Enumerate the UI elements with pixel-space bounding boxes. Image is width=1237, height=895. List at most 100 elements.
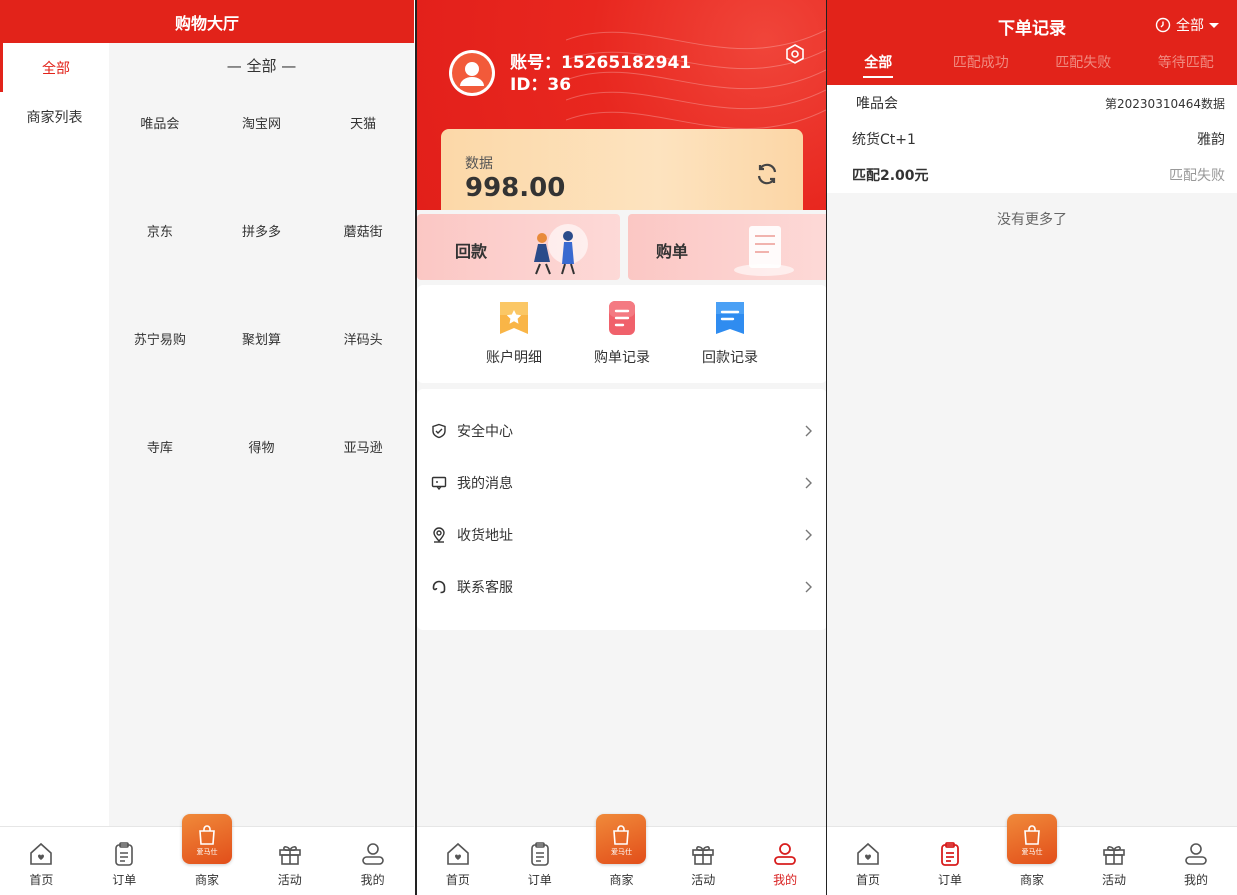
document-illustration-icon xyxy=(734,226,794,276)
filter-label: 全部 xyxy=(1176,18,1204,34)
merchant-item[interactable]: 天猫 xyxy=(312,99,414,207)
section-title: — 全部 — xyxy=(226,56,297,75)
chevron-right-icon xyxy=(805,529,812,541)
tab-merchants[interactable]: 爱马仕 商家 xyxy=(991,814,1073,895)
tab-label: 商家 xyxy=(609,873,634,887)
merchant-item[interactable]: 拼多多 xyxy=(211,207,313,315)
tab-activity[interactable]: 活动 xyxy=(1073,827,1155,895)
tab-mine[interactable]: 我的 xyxy=(744,827,826,895)
menu-item-security-center[interactable]: 安全中心 xyxy=(417,405,826,457)
quick-link-label: 回款记录 xyxy=(702,350,758,366)
tab-all[interactable]: 全部 xyxy=(827,52,930,72)
tab-label: 订单 xyxy=(527,873,552,887)
gift-icon xyxy=(1103,846,1125,865)
merchant-item[interactable]: 淘宝网 xyxy=(211,99,313,207)
no-more-text: 没有更多了 xyxy=(997,212,1067,228)
shopping-bag-icon xyxy=(199,824,215,845)
clipboard-icon xyxy=(115,842,133,866)
tab-orders[interactable]: 订单 xyxy=(909,827,991,895)
merchant-item[interactable]: 得物 xyxy=(211,423,313,531)
purchase-button[interactable]: 购单 xyxy=(628,214,826,280)
menu-item-my-messages[interactable]: 我的消息 xyxy=(417,457,826,509)
merchant-area: — 全部 — 唯品会 淘宝网 天猫 京东 拼多多 蘑菇街 苏宁易购 聚划算 洋码… xyxy=(109,43,414,826)
clipboard-icon xyxy=(530,842,549,866)
purchase-label: 购单 xyxy=(656,242,689,261)
gift-icon xyxy=(278,846,301,865)
account-info: 账号：15265182941 ID：36 xyxy=(510,52,691,96)
merchant-item[interactable]: 洋码头 xyxy=(312,315,414,423)
home-icon xyxy=(857,842,879,865)
menu-item-customer-service[interactable]: 联系客服 xyxy=(417,561,826,613)
tab-home[interactable]: 首页 xyxy=(827,827,909,895)
tab-activity[interactable]: 活动 xyxy=(248,827,331,895)
tab-mine[interactable]: 我的 xyxy=(331,827,414,895)
settings-icon[interactable] xyxy=(784,43,806,65)
page-title: 购物大厅 xyxy=(0,0,414,43)
bottom-tabbar: 首页 订单 爱马仕 商家 活动 我的 xyxy=(417,814,826,895)
tab-merchants[interactable]: 爱马仕 商家 xyxy=(581,814,663,895)
menu-item-shipping-address[interactable]: 收货地址 xyxy=(417,509,826,561)
merchant-center-button[interactable]: 爱马仕 xyxy=(596,814,647,864)
avatar[interactable] xyxy=(449,50,495,96)
quick-link-account-detail[interactable]: 账户明细 xyxy=(460,285,568,383)
merchant-item[interactable]: 蘑菇街 xyxy=(312,207,414,315)
refund-button[interactable]: 回款 xyxy=(417,214,620,280)
chevron-right-icon xyxy=(805,581,812,593)
tab-label: 我的 xyxy=(360,873,385,887)
tab-merchants[interactable]: 爱马仕 商家 xyxy=(166,814,249,895)
quick-link-label: 购单记录 xyxy=(594,350,650,366)
shopping-bag-icon xyxy=(1024,824,1040,845)
headset-icon xyxy=(432,580,446,594)
order-card[interactable]: 唯品会 第20230310464数据 统货Ct+1 雅韵 匹配2.00元 匹配失… xyxy=(827,85,1237,193)
profile-panel: 账号：15265182941 ID：36 数据 998.00 回款 购单 账户明… xyxy=(415,0,827,895)
tab-matched[interactable]: 匹配成功 xyxy=(930,52,1033,72)
quick-link-purchase-record[interactable]: 购单记录 xyxy=(568,285,676,383)
order-row-amount: 匹配2.00元 匹配失败 xyxy=(852,157,1225,193)
tab-label: 活动 xyxy=(691,873,716,887)
merchant-center-button[interactable]: 爱马仕 xyxy=(1007,814,1057,864)
tab-home[interactable]: 首页 xyxy=(417,827,499,895)
sidebar-item-merchant-list[interactable]: 商家列表 xyxy=(0,92,109,141)
tab-waiting[interactable]: 等待匹配 xyxy=(1135,52,1237,72)
order-row-header: 唯品会 第20230310464数据 xyxy=(852,85,1225,121)
menu-label: 收货地址 xyxy=(457,528,513,544)
clock-icon xyxy=(1155,17,1171,33)
user-icon xyxy=(361,843,384,865)
refresh-icon[interactable] xyxy=(755,162,779,186)
brand-text: 爱马仕 xyxy=(1021,847,1043,856)
home-icon xyxy=(447,842,469,865)
tab-mine[interactable]: 我的 xyxy=(1155,827,1237,895)
order-amount: 匹配2.00元 xyxy=(852,168,929,184)
account-id: ID：36 xyxy=(510,75,572,95)
order-row-product: 统货Ct+1 雅韵 xyxy=(827,121,1225,157)
shield-check-icon xyxy=(432,423,446,439)
people-illustration-icon xyxy=(534,224,588,275)
tab-activity[interactable]: 活动 xyxy=(662,827,744,895)
tab-match-failed[interactable]: 匹配失败 xyxy=(1032,52,1135,72)
merchant-item[interactable]: 苏宁易购 xyxy=(109,315,211,423)
merchant-item[interactable]: 唯品会 xyxy=(109,99,211,207)
gift-icon xyxy=(692,846,715,865)
tab-orders[interactable]: 订单 xyxy=(83,827,166,895)
brand-text: 爱马仕 xyxy=(610,847,632,856)
caret-down-icon xyxy=(1209,22,1219,28)
balance-label: 数据 xyxy=(465,156,493,172)
order-header: 下单记录 全部 全部 匹配成功 匹配失败 等待匹配 xyxy=(827,0,1237,85)
order-product: 统货Ct+1 xyxy=(852,132,916,148)
home-icon xyxy=(30,842,53,865)
tab-home[interactable]: 首页 xyxy=(0,827,83,895)
tab-label: 商家 xyxy=(194,873,219,887)
merchant-item[interactable]: 京东 xyxy=(109,207,211,315)
merchant-item[interactable]: 聚划算 xyxy=(211,315,313,423)
sidebar-item-all[interactable]: 全部 xyxy=(0,43,109,92)
tab-label: 商家 xyxy=(1019,873,1044,887)
merchant-center-button[interactable]: 爱马仕 xyxy=(181,814,232,864)
tab-orders[interactable]: 订单 xyxy=(499,827,581,895)
action-row: 回款 购单 xyxy=(417,214,826,280)
status-filter-dropdown[interactable]: 全部 xyxy=(1155,15,1219,35)
bottom-tabbar: 首页 订单 爱马仕 商家 活动 我的 xyxy=(827,814,1237,895)
quick-link-refund-record[interactable]: 回款记录 xyxy=(676,285,784,383)
merchant-item[interactable]: 寺库 xyxy=(109,423,211,531)
merchant-item[interactable]: 亚马逊 xyxy=(312,423,414,531)
chevron-right-icon xyxy=(805,425,812,437)
